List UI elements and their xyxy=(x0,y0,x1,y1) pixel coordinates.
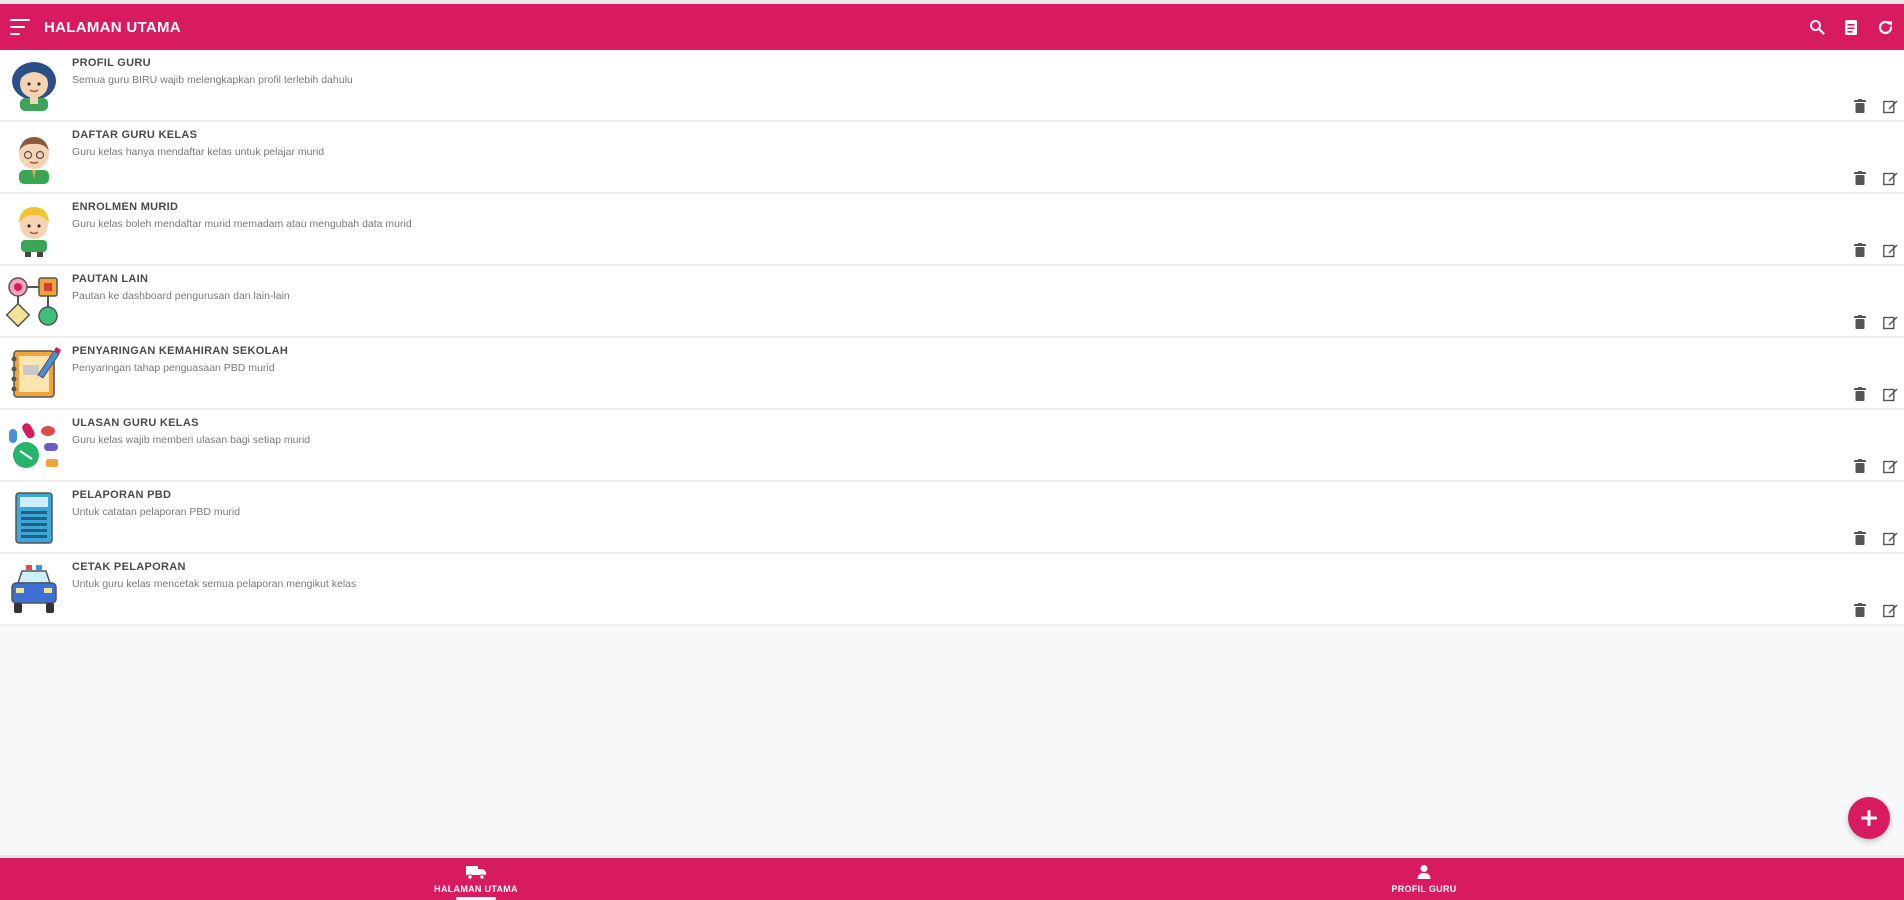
student-icon xyxy=(6,201,62,257)
list-item[interactable]: PENYARINGAN KEMAHIRAN SEKOLAH Penyaringa… xyxy=(0,338,1904,410)
person-icon xyxy=(1354,864,1494,882)
edit-icon[interactable] xyxy=(1882,458,1898,474)
notebook-icon xyxy=(6,345,62,401)
refresh-icon[interactable] xyxy=(1876,18,1894,36)
item-description: Penyaringan tahap penguasaan PBD murid xyxy=(72,362,275,374)
calculator-icon xyxy=(6,489,62,545)
delete-icon[interactable] xyxy=(1852,602,1868,618)
item-description: Guru kelas hanya mendaftar kelas untuk p… xyxy=(72,146,325,158)
app-bar-actions xyxy=(1808,18,1894,36)
edit-icon[interactable] xyxy=(1882,98,1898,114)
item-title: PENYARINGAN KEMAHIRAN SEKOLAH xyxy=(72,345,289,357)
app-bar: HALAMAN UTAMA xyxy=(0,0,1904,50)
item-actions xyxy=(1852,314,1898,330)
item-description: Guru kelas wajib memberi ulasan bagi set… xyxy=(72,434,311,446)
item-actions xyxy=(1852,386,1898,402)
item-title: PELAPORAN PBD xyxy=(72,489,172,501)
delete-icon[interactable] xyxy=(1852,314,1868,330)
delete-icon[interactable] xyxy=(1852,170,1868,186)
plus-icon xyxy=(1861,810,1877,826)
teacher-female-icon xyxy=(6,57,62,113)
item-actions xyxy=(1852,530,1898,546)
edit-icon[interactable] xyxy=(1882,314,1898,330)
list-item[interactable]: PELAPORAN PBD Untuk catatan pelaporan PB… xyxy=(0,482,1904,554)
item-title: DAFTAR GURU KELAS xyxy=(72,129,198,141)
item-description: Semua guru BIRU wajib melengkapkan profi… xyxy=(72,74,353,86)
item-actions xyxy=(1852,170,1898,186)
list-item[interactable]: CETAK PELAPORAN Untuk guru kelas menceta… xyxy=(0,554,1904,626)
truck-icon xyxy=(406,864,546,882)
pills-icon xyxy=(6,417,62,473)
menu-list: PROFIL GURU Semua guru BIRU wajib meleng… xyxy=(0,50,1904,626)
edit-icon[interactable] xyxy=(1882,602,1898,618)
car-icon xyxy=(6,561,62,617)
page-title: HALAMAN UTAMA xyxy=(44,18,181,36)
teacher-male-icon xyxy=(6,129,62,185)
search-icon[interactable] xyxy=(1808,18,1826,36)
item-title: CETAK PELAPORAN xyxy=(72,561,186,573)
document-icon[interactable] xyxy=(1842,18,1860,36)
item-title: PROFIL GURU xyxy=(72,57,151,69)
item-actions xyxy=(1852,602,1898,618)
delete-icon[interactable] xyxy=(1852,530,1868,546)
item-title: ULASAN GURU KELAS xyxy=(72,417,199,429)
edit-icon[interactable] xyxy=(1882,242,1898,258)
edit-icon[interactable] xyxy=(1882,170,1898,186)
item-actions xyxy=(1852,98,1898,114)
links-icon xyxy=(5,273,62,329)
delete-icon[interactable] xyxy=(1852,98,1868,114)
nav-item-profile[interactable]: PROFIL GURU xyxy=(1354,864,1494,894)
edit-icon[interactable] xyxy=(1882,530,1898,546)
item-actions xyxy=(1852,242,1898,258)
bottom-navigation: HALAMAN UTAMA PROFIL GURU xyxy=(0,855,1904,900)
nav-label: PROFIL GURU xyxy=(1391,884,1457,894)
add-button[interactable] xyxy=(1848,797,1890,839)
item-description: Untuk guru kelas mencetak semua pelapora… xyxy=(72,578,357,590)
item-title: ENROLMEN MURID xyxy=(72,201,179,213)
list-item[interactable]: ENROLMEN MURID Guru kelas boleh mendafta… xyxy=(0,194,1904,266)
item-title: PAUTAN LAIN xyxy=(72,273,149,285)
delete-icon[interactable] xyxy=(1852,242,1868,258)
list-item[interactable]: ULASAN GURU KELAS Guru kelas wajib membe… xyxy=(0,410,1904,482)
menu-icon[interactable] xyxy=(10,19,30,35)
nav-item-home[interactable]: HALAMAN UTAMA xyxy=(406,864,546,900)
list-item[interactable]: DAFTAR GURU KELAS Guru kelas hanya menda… xyxy=(0,122,1904,194)
edit-icon[interactable] xyxy=(1882,386,1898,402)
list-item[interactable]: PAUTAN LAIN Pautan ke dashboard pengurus… xyxy=(0,266,1904,338)
item-actions xyxy=(1852,458,1898,474)
delete-icon[interactable] xyxy=(1852,386,1868,402)
item-description: Untuk catatan pelaporan PBD murid xyxy=(72,506,241,518)
nav-label: HALAMAN UTAMA xyxy=(434,884,518,894)
item-description: Guru kelas boleh mendaftar murid memadam… xyxy=(72,218,412,230)
delete-icon[interactable] xyxy=(1852,458,1868,474)
item-description: Pautan ke dashboard pengurusan dan lain-… xyxy=(72,290,290,302)
list-item[interactable]: PROFIL GURU Semua guru BIRU wajib meleng… xyxy=(0,50,1904,122)
